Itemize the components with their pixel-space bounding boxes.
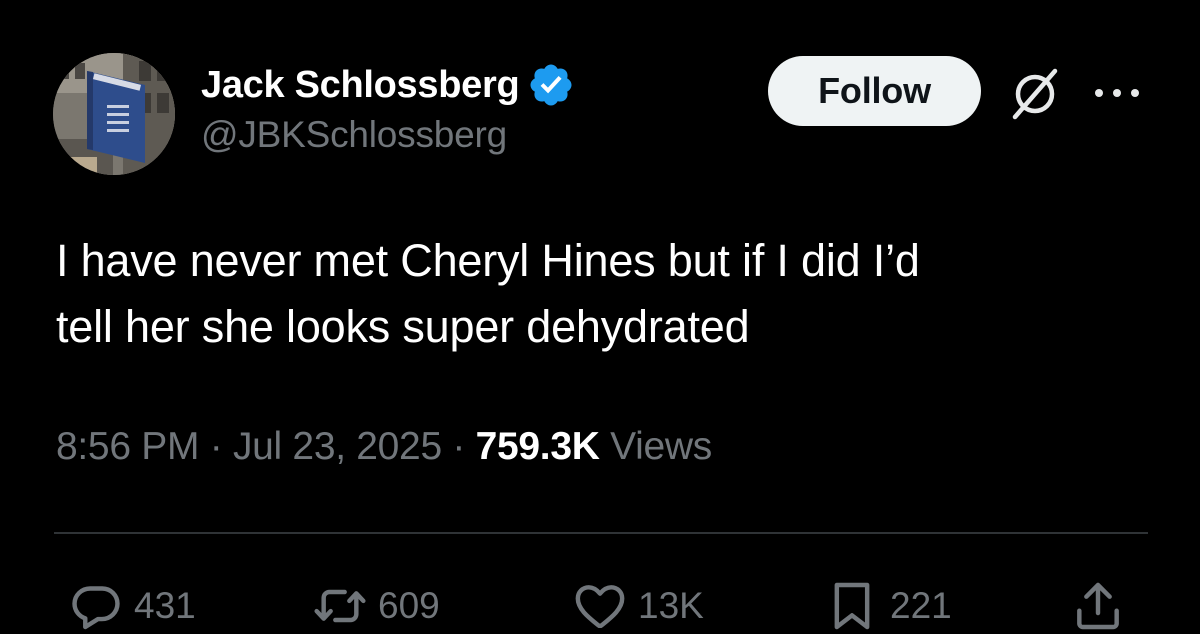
avatar-image bbox=[53, 53, 175, 175]
avatar[interactable] bbox=[53, 53, 175, 175]
reply-icon bbox=[72, 586, 120, 630]
verified-badge-icon[interactable] bbox=[527, 61, 575, 109]
tweet-text: I have never met Cheryl Hines but if I d… bbox=[56, 228, 1156, 360]
tweet-meta: 8:56 PM · Jul 23, 2025 · 759.3K Views bbox=[56, 425, 712, 469]
meta-separator: · bbox=[209, 425, 223, 468]
repost-count: 609 bbox=[378, 585, 440, 626]
bookmark-icon bbox=[834, 582, 870, 630]
repost-button[interactable]: 609 bbox=[312, 578, 440, 634]
heart-icon bbox=[575, 585, 625, 629]
more-dots-icon[interactable] bbox=[1090, 78, 1144, 108]
follow-button[interactable]: Follow bbox=[768, 56, 981, 126]
tweet-time[interactable]: 8:56 PM bbox=[56, 425, 199, 468]
share-button[interactable] bbox=[1070, 578, 1126, 634]
repost-icon bbox=[314, 589, 366, 623]
tweet-text-line: tell her she looks super dehydrated bbox=[56, 301, 750, 352]
author-handle[interactable]: @JBKSchlossberg bbox=[201, 114, 575, 156]
views-label: Views bbox=[610, 425, 712, 468]
tweet-text-line: I have never met Cheryl Hines but if I d… bbox=[56, 235, 920, 286]
author-display-name[interactable]: Jack Schlossberg bbox=[201, 64, 520, 107]
tweet-date[interactable]: Jul 23, 2025 bbox=[233, 425, 442, 468]
views-count: 759.3K bbox=[475, 425, 600, 468]
divider bbox=[54, 532, 1148, 534]
bookmark-button[interactable]: 221 bbox=[824, 578, 952, 634]
share-icon bbox=[1077, 582, 1119, 630]
like-button[interactable]: 13K bbox=[572, 578, 704, 634]
meta-separator: · bbox=[452, 425, 466, 468]
like-count: 13K bbox=[638, 585, 704, 626]
bookmark-count: 221 bbox=[890, 585, 952, 626]
author-info: Jack Schlossberg @JBKSchlossberg bbox=[201, 58, 575, 156]
reply-button[interactable]: 431 bbox=[68, 578, 196, 634]
reply-count: 431 bbox=[134, 585, 196, 626]
grok-icon[interactable] bbox=[1006, 64, 1064, 122]
name-row: Jack Schlossberg bbox=[201, 58, 575, 112]
tweet-card: Jack Schlossberg @JBKSchlossberg Follow … bbox=[0, 0, 1200, 630]
